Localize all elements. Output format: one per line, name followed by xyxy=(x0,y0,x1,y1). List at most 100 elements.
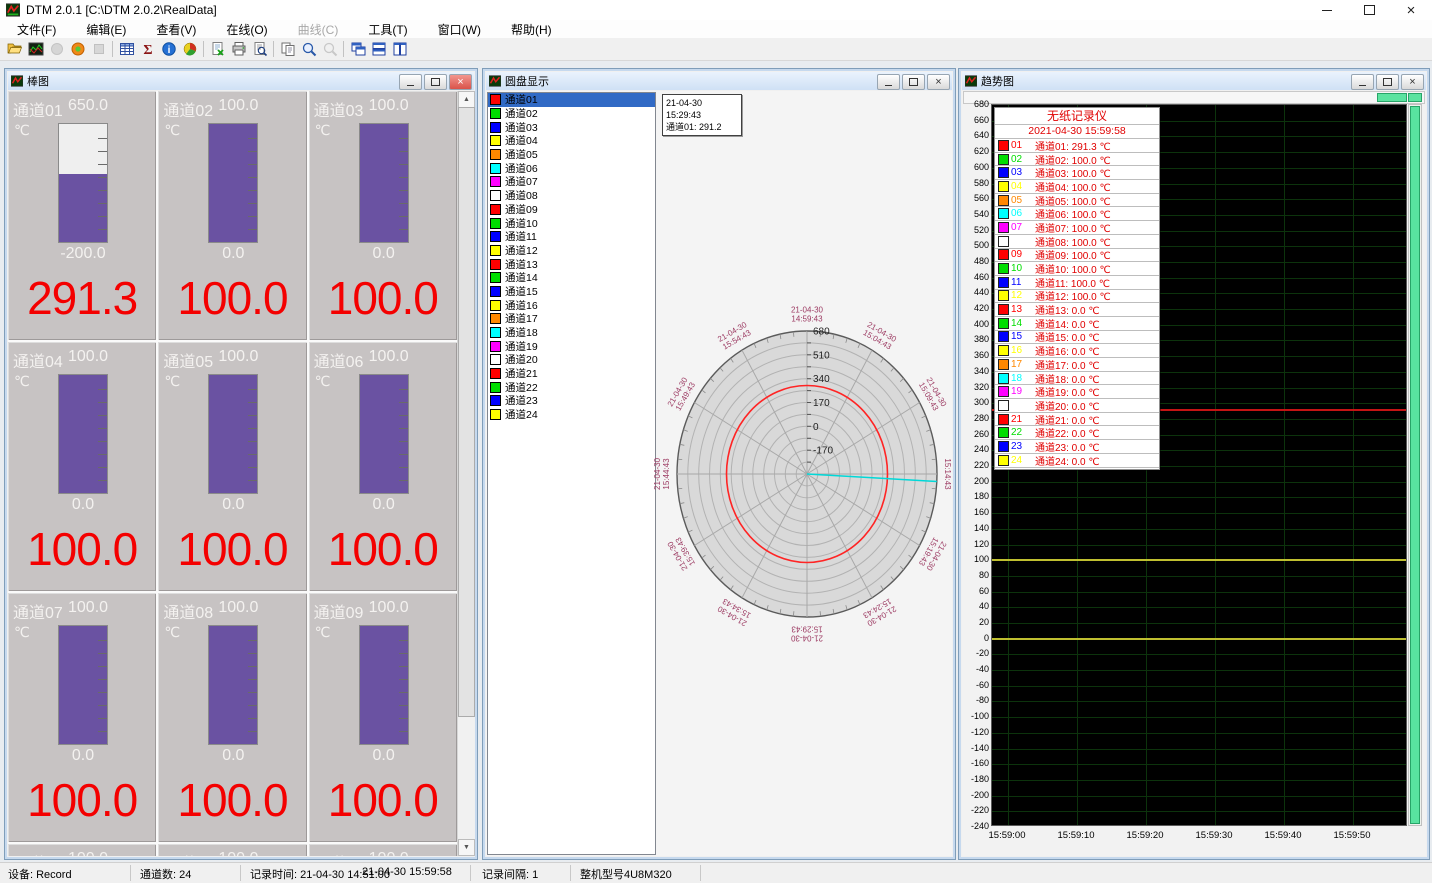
range-max: 100.0 xyxy=(218,850,258,856)
realtime-chart-icon[interactable] xyxy=(25,39,46,59)
channel-list[interactable]: 通道01通道02通道03通道04通道05通道06通道07通道08通道09通道10… xyxy=(487,92,656,855)
trend-close-button[interactable]: × xyxy=(1401,74,1424,90)
trend-horizontal-scrollbar[interactable] xyxy=(963,91,1425,104)
range-max: 650.0 xyxy=(68,97,108,115)
channel-list-item[interactable]: 通道07 xyxy=(488,175,655,189)
menu-curve: 曲线(C) xyxy=(283,19,354,40)
y-axis-label: 60 xyxy=(963,586,989,596)
disc-close-button[interactable]: × xyxy=(927,74,950,90)
close-button[interactable]: × xyxy=(1390,0,1432,20)
channel-list-item[interactable]: 通道15 xyxy=(488,285,655,299)
channel-list-item[interactable]: 通道20 xyxy=(488,353,655,367)
channel-list-item[interactable]: 通道23 xyxy=(488,394,655,408)
menu-online[interactable]: 在线(O) xyxy=(211,19,282,40)
channel-list-item[interactable]: 通道13 xyxy=(488,257,655,271)
menu-file[interactable]: 文件(F) xyxy=(2,19,71,40)
y-axis-label: 380 xyxy=(963,334,989,344)
channel-list-item[interactable]: 通道17 xyxy=(488,312,655,326)
channel-list-item[interactable]: 通道01 xyxy=(488,93,655,107)
channel-list-item[interactable]: 通道21 xyxy=(488,367,655,381)
y-axis-label: -60 xyxy=(963,680,989,690)
channel-number: 07 xyxy=(1011,222,1030,233)
channel-list-item[interactable]: 通道09 xyxy=(488,203,655,217)
status-item: 设备: Record xyxy=(8,866,72,882)
channel-number: 23 xyxy=(1011,441,1030,452)
channel-list-item[interactable]: 通道12 xyxy=(488,244,655,258)
channel-list-item[interactable]: 通道08 xyxy=(488,189,655,203)
y-axis-label: 20 xyxy=(963,617,989,627)
menu-view[interactable]: 查看(V) xyxy=(141,19,211,40)
disc-maximize-button[interactable] xyxy=(902,74,925,90)
y-axis-label: -40 xyxy=(963,664,989,674)
bar-track xyxy=(359,625,409,745)
y-axis-label: 260 xyxy=(963,429,989,439)
maximize-button[interactable] xyxy=(1348,0,1390,20)
zoom-in-icon[interactable] xyxy=(298,39,319,59)
bar-track xyxy=(208,374,258,494)
scroll-down-icon[interactable]: ▼ xyxy=(458,839,475,856)
channel-color-swatch xyxy=(490,313,501,324)
disc-minimize-button[interactable] xyxy=(877,74,900,90)
bar-vertical-scrollbar[interactable]: ▲ ▼ xyxy=(457,91,474,856)
menu-window[interactable]: 窗口(W) xyxy=(423,19,496,40)
channel-list-item[interactable]: 通道19 xyxy=(488,339,655,353)
channel-number: 09 xyxy=(1011,249,1030,260)
channel-list-item[interactable]: 通道14 xyxy=(488,271,655,285)
channel-list-item[interactable]: 通道06 xyxy=(488,161,655,175)
bar-close-button[interactable]: × xyxy=(449,74,472,90)
app-titlebar[interactable]: DTM 2.0.1 [C:\DTM 2.0.2\RealData] × xyxy=(0,0,1432,20)
menu-help[interactable]: 帮助(H) xyxy=(496,19,567,40)
bar-graph-window: 棒图 × 通道01650.0℃-200.0291.3通道02100.0℃0.01… xyxy=(4,68,478,860)
trend-series-line xyxy=(992,559,1406,561)
channel-list-item[interactable]: 通道02 xyxy=(488,107,655,121)
scrollbar-thumb[interactable] xyxy=(458,107,475,717)
menu-edit[interactable]: 编辑(E) xyxy=(71,19,141,40)
data-table-icon[interactable] xyxy=(116,39,137,59)
scrollbar-block[interactable] xyxy=(1408,93,1422,102)
scrollbar-thumb[interactable] xyxy=(1377,93,1407,102)
tile-vertical-icon[interactable] xyxy=(389,39,410,59)
info-icon[interactable]: i xyxy=(158,39,179,59)
channel-list-item[interactable]: 通道11 xyxy=(488,230,655,244)
y-axis-label: 160 xyxy=(963,507,989,517)
cascade-windows-icon[interactable] xyxy=(347,39,368,59)
scrollbar-thumb[interactable] xyxy=(1410,106,1420,824)
copy-icon[interactable] xyxy=(277,39,298,59)
bar-gauge-cell: 通道03100.0℃0.0100.0 xyxy=(309,91,457,340)
open-file-icon[interactable] xyxy=(4,39,25,59)
statistics-sigma-icon[interactable]: Σ xyxy=(137,39,158,59)
trend-minimize-button[interactable] xyxy=(1351,74,1374,90)
channel-color-swatch xyxy=(998,304,1009,315)
channel-color-swatch xyxy=(490,286,501,297)
y-axis-label: 140 xyxy=(963,523,989,533)
trend-window-titlebar[interactable]: 趋势图 × xyxy=(962,72,1426,90)
channel-list-item[interactable]: 通道18 xyxy=(488,326,655,340)
channel-list-item[interactable]: 通道16 xyxy=(488,298,655,312)
bar-window-titlebar[interactable]: 棒图 × xyxy=(8,72,474,90)
trend-vertical-scrollbar[interactable] xyxy=(1408,104,1422,826)
channel-list-item[interactable]: 通道05 xyxy=(488,148,655,162)
gridline xyxy=(992,529,1406,530)
bar-minimize-button[interactable] xyxy=(399,74,422,90)
trend-content: 6806606406206005805605405205004804604404… xyxy=(962,91,1426,856)
pie-chart-icon[interactable] xyxy=(179,39,200,59)
print-icon[interactable] xyxy=(228,39,249,59)
y-axis-label: 360 xyxy=(963,350,989,360)
channel-list-item[interactable]: 通道10 xyxy=(488,216,655,230)
channel-list-item[interactable]: 通道04 xyxy=(488,134,655,148)
svg-text:21-04-3014:59:43: 21-04-3014:59:43 xyxy=(791,306,824,324)
channel-list-item[interactable]: 通道03 xyxy=(488,120,655,134)
tile-horizontal-icon[interactable] xyxy=(368,39,389,59)
export-data-icon[interactable] xyxy=(207,39,228,59)
bar-maximize-button[interactable] xyxy=(424,74,447,90)
record-start-icon[interactable] xyxy=(67,39,88,59)
channel-list-item[interactable]: 通道22 xyxy=(488,380,655,394)
trend-maximize-button[interactable] xyxy=(1376,74,1399,90)
scroll-up-icon[interactable]: ▲ xyxy=(458,91,475,108)
y-axis-label: 40 xyxy=(963,601,989,611)
menu-tools[interactable]: 工具(T) xyxy=(353,19,422,40)
disc-window-titlebar[interactable]: 圆盘显示 × xyxy=(486,72,952,90)
channel-list-item[interactable]: 通道24 xyxy=(488,408,655,422)
minimize-button[interactable] xyxy=(1306,0,1348,20)
print-preview-icon[interactable] xyxy=(249,39,270,59)
